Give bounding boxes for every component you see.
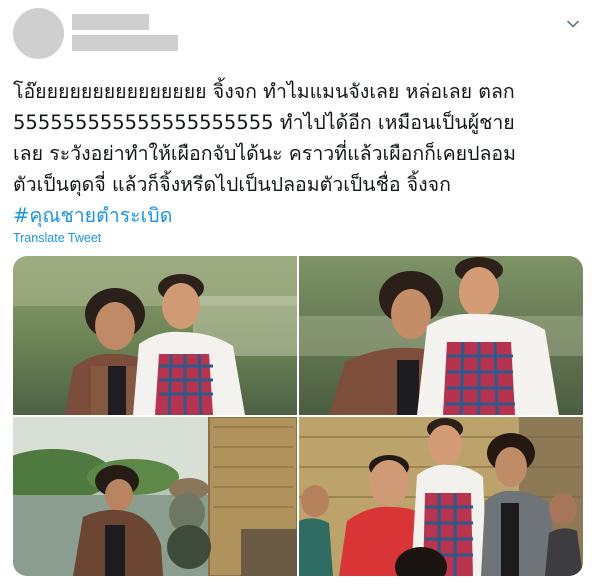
avatar[interactable] bbox=[13, 8, 64, 59]
photo-2[interactable] bbox=[299, 256, 583, 415]
tweet-menu-button[interactable] bbox=[561, 12, 585, 36]
display-name-redacted[interactable] bbox=[72, 14, 149, 30]
tweet-text-line: เลย ระวังอย่าทำให้เผือกจับได้นะ คราวที่แ… bbox=[13, 142, 516, 165]
tweet-text-line: โอ๊ยยยยยยยยยยยยยยย จิ้งจก ทำไมแมนจังเลย … bbox=[13, 80, 515, 103]
photo-3[interactable] bbox=[13, 417, 297, 576]
photo-4[interactable] bbox=[299, 417, 583, 576]
tweet-text-line: ตัวเป็นตุดจี่ แล้วก็จิ้งหรีดไปเป็นปลอมตั… bbox=[13, 173, 451, 196]
tweet-card: โอ๊ยยยยยยยยยยยยยยย จิ้งจก ทำไมแมนจังเลย … bbox=[0, 0, 595, 587]
photo-1[interactable] bbox=[13, 256, 297, 415]
media-grid bbox=[13, 256, 583, 576]
hashtag-link[interactable]: #คุณชายตำระเบิด bbox=[13, 204, 172, 227]
translate-tweet-link[interactable]: Translate Tweet bbox=[13, 231, 101, 245]
username-redacted[interactable] bbox=[72, 35, 178, 51]
tweet-text-line: 555555555555555555555 ทำไปได้อีก เหมือนเ… bbox=[13, 111, 515, 134]
tweet-text: โอ๊ยยยยยยยยยยยยยยย จิ้งจก ทำไมแมนจังเลย … bbox=[13, 76, 583, 231]
chevron-down-icon bbox=[567, 20, 579, 28]
